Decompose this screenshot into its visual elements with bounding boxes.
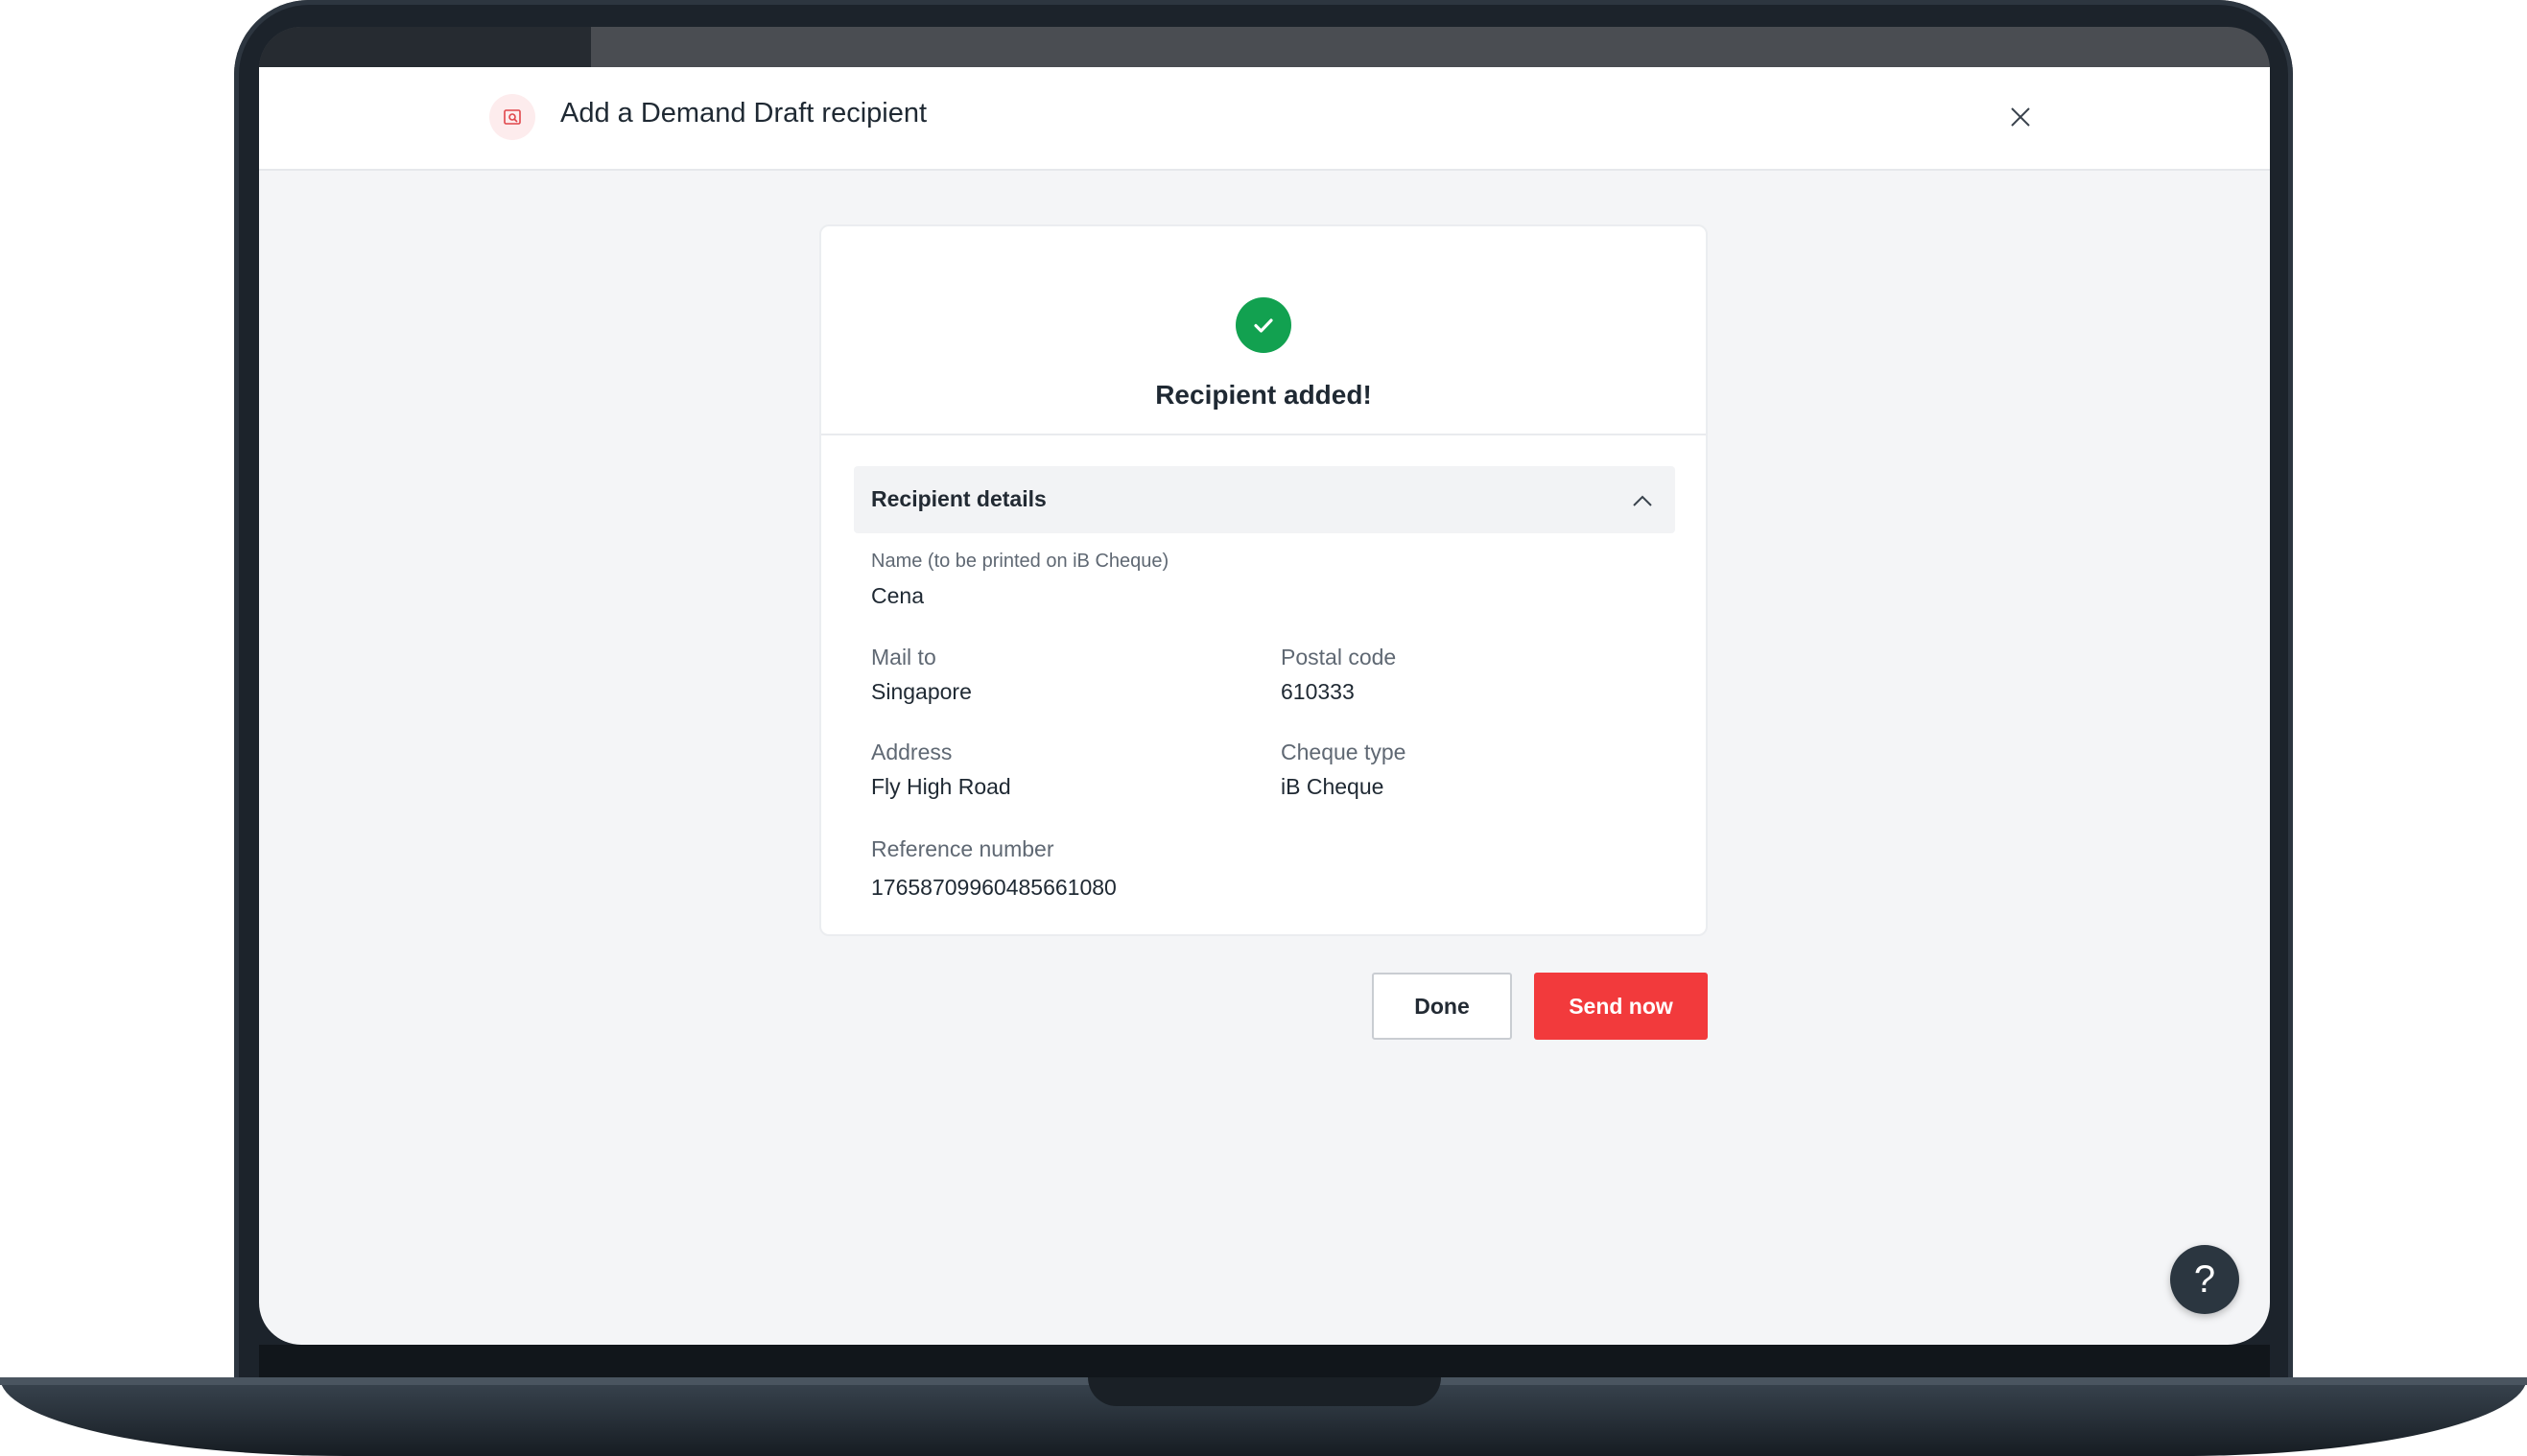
recipient-added-card: Recipient added! Recipient details Name … <box>819 224 1708 936</box>
address-label: Address <box>871 740 953 764</box>
background-app-sidebar <box>259 27 591 70</box>
section-title: Recipient details <box>871 486 1047 511</box>
send-now-button[interactable]: Send now <box>1534 973 1708 1040</box>
close-icon <box>2011 107 2030 127</box>
postal-code-label: Postal code <box>1281 645 1397 669</box>
recipient-details-toggle[interactable]: Recipient details <box>854 466 1675 533</box>
cheque-type-value: iB Cheque <box>1281 774 1384 799</box>
screen: Add a Demand Draft recipient Recipient a… <box>259 67 2270 1345</box>
page-title: Add a Demand Draft recipient <box>560 98 928 129</box>
help-icon: ? <box>2193 1257 2216 1301</box>
divider <box>821 434 1706 435</box>
cheque-icon <box>489 94 535 140</box>
postal-code-value: 610333 <box>1281 679 1355 704</box>
reference-number-label: Reference number <box>871 836 1054 861</box>
name-value: Cena <box>871 583 924 608</box>
done-button[interactable]: Done <box>1372 973 1512 1040</box>
modal-header: Add a Demand Draft recipient <box>259 67 2270 171</box>
background-app-strip <box>259 27 2270 70</box>
laptop-notch <box>1088 1377 1441 1406</box>
cheque-type-label: Cheque type <box>1281 740 1406 764</box>
success-message: Recipient added! <box>1155 380 1372 410</box>
mail-to-label: Mail to <box>871 645 936 669</box>
reference-number-value: 17658709960485661080 <box>871 875 1117 900</box>
laptop-hinge <box>259 1345 2270 1377</box>
address-value: Fly High Road <box>871 774 1011 799</box>
mail-to-value: Singapore <box>871 679 972 704</box>
close-button[interactable] <box>2003 100 2038 134</box>
help-button[interactable]: ? <box>2170 1245 2239 1314</box>
name-label: Name (to be printed on iB Cheque) <box>871 551 1169 572</box>
chevron-up-icon <box>1629 487 1656 514</box>
check-circle-icon <box>1236 297 1291 353</box>
